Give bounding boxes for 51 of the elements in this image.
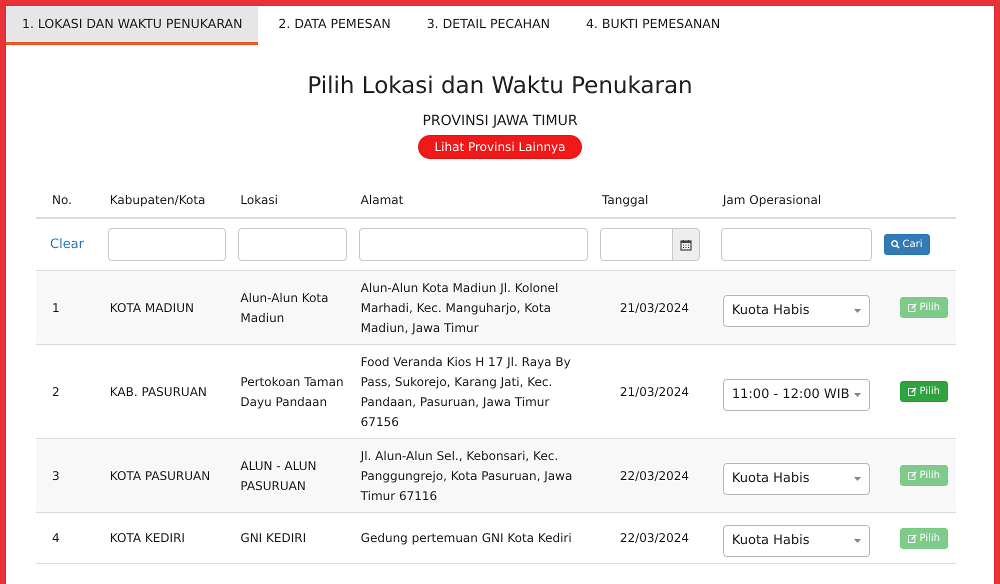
- date-cell: 21/03/2024: [620, 384, 690, 398]
- filter-field[interactable]: [720, 228, 872, 261]
- other-provinces-button[interactable]: Lihat Provinsi Lainnya: [418, 135, 582, 159]
- row-number: 3: [52, 468, 60, 482]
- location-cell: GNI KEDIRI: [240, 531, 306, 545]
- search-icon: [890, 240, 900, 249]
- column-header: Alamat: [360, 193, 404, 207]
- date-cell: 21/03/2024: [620, 300, 690, 314]
- row-number: 4: [52, 531, 60, 545]
- row-number: 2: [52, 384, 60, 398]
- step-tab[interactable]: 3. DETAIL PECAHAN: [410, 6, 566, 45]
- search-button[interactable]: Cari: [884, 234, 930, 255]
- caret-icon: [854, 476, 861, 480]
- location-cell: Pertokoan Taman Dayu Pandaan: [240, 374, 344, 408]
- location-cell: ALUN - ALUN PASURUAN: [240, 458, 316, 492]
- date-cell: 22/03/2024: [620, 531, 690, 545]
- caret-icon: [854, 539, 861, 543]
- filter-field[interactable]: [358, 228, 588, 261]
- column-header: Tanggal: [602, 193, 648, 207]
- column-header: Kabupaten/Kota: [110, 193, 206, 207]
- caret-icon: [854, 392, 861, 396]
- date-cell: 22/03/2024: [620, 468, 690, 482]
- city-cell: KOTA KEDIRI: [110, 531, 185, 545]
- filter-field[interactable]: [108, 228, 226, 261]
- filter-field[interactable]: [238, 228, 347, 261]
- address-cell: Alun-Alun Kota Madiun Jl. Kolonel Marhadi, Kec. Manguharjo, Kota Madiun, Jawa Timur: [360, 280, 558, 334]
- address-cell: Jl. Alun-Alun Sel., Kebonsari, Kec. Panggungrejo, Kota Pasuruan, Jawa Timur 67116: [360, 448, 572, 502]
- step-tab[interactable]: 2. DATA PEMESAN: [262, 6, 407, 45]
- edit-icon: [908, 303, 917, 312]
- address-cell: Food Veranda Kios H 17 Jl. Raya By Pass, Sukorejo, Karang Jati, Kec. Pandaan, Pasuruan, Jawa Timur 67156: [360, 354, 571, 428]
- city-cell: KAB. PASURUAN: [110, 384, 207, 398]
- caret-icon: [854, 308, 861, 312]
- step-tab[interactable]: 1. LOKASI DAN WAKTU PENUKARAN: [6, 6, 258, 45]
- location-cell: Alun-Alun Kota Madiun: [240, 290, 328, 324]
- city-cell: KOTA PASURUAN: [110, 468, 210, 482]
- edit-icon: [908, 471, 917, 480]
- date-field[interactable]: [600, 228, 672, 261]
- city-cell: KOTA MADIUN: [110, 300, 194, 314]
- step-tab[interactable]: 4. BUKTI PEMESANAN: [570, 6, 736, 45]
- edit-icon: [908, 387, 917, 396]
- row-number: 1: [52, 300, 60, 314]
- clear-link[interactable]: Clear: [42, 237, 84, 252]
- edit-icon: [908, 534, 917, 542]
- column-header: Lokasi: [240, 193, 278, 207]
- province-name: PROVINSI JAWA TIMUR: [422, 113, 578, 129]
- calendar-icon[interactable]: [672, 228, 700, 261]
- column-header: Jam Operasional: [722, 193, 822, 207]
- time-select[interactable]: 11:00 - 12:00 WIB: [722, 378, 870, 410]
- column-header: No.: [52, 193, 72, 207]
- address-cell: Gedung pertemuan GNI Kota Kediri: [360, 531, 572, 545]
- page-title: Pilih Lokasi dan Waktu Penukaran: [307, 73, 693, 99]
